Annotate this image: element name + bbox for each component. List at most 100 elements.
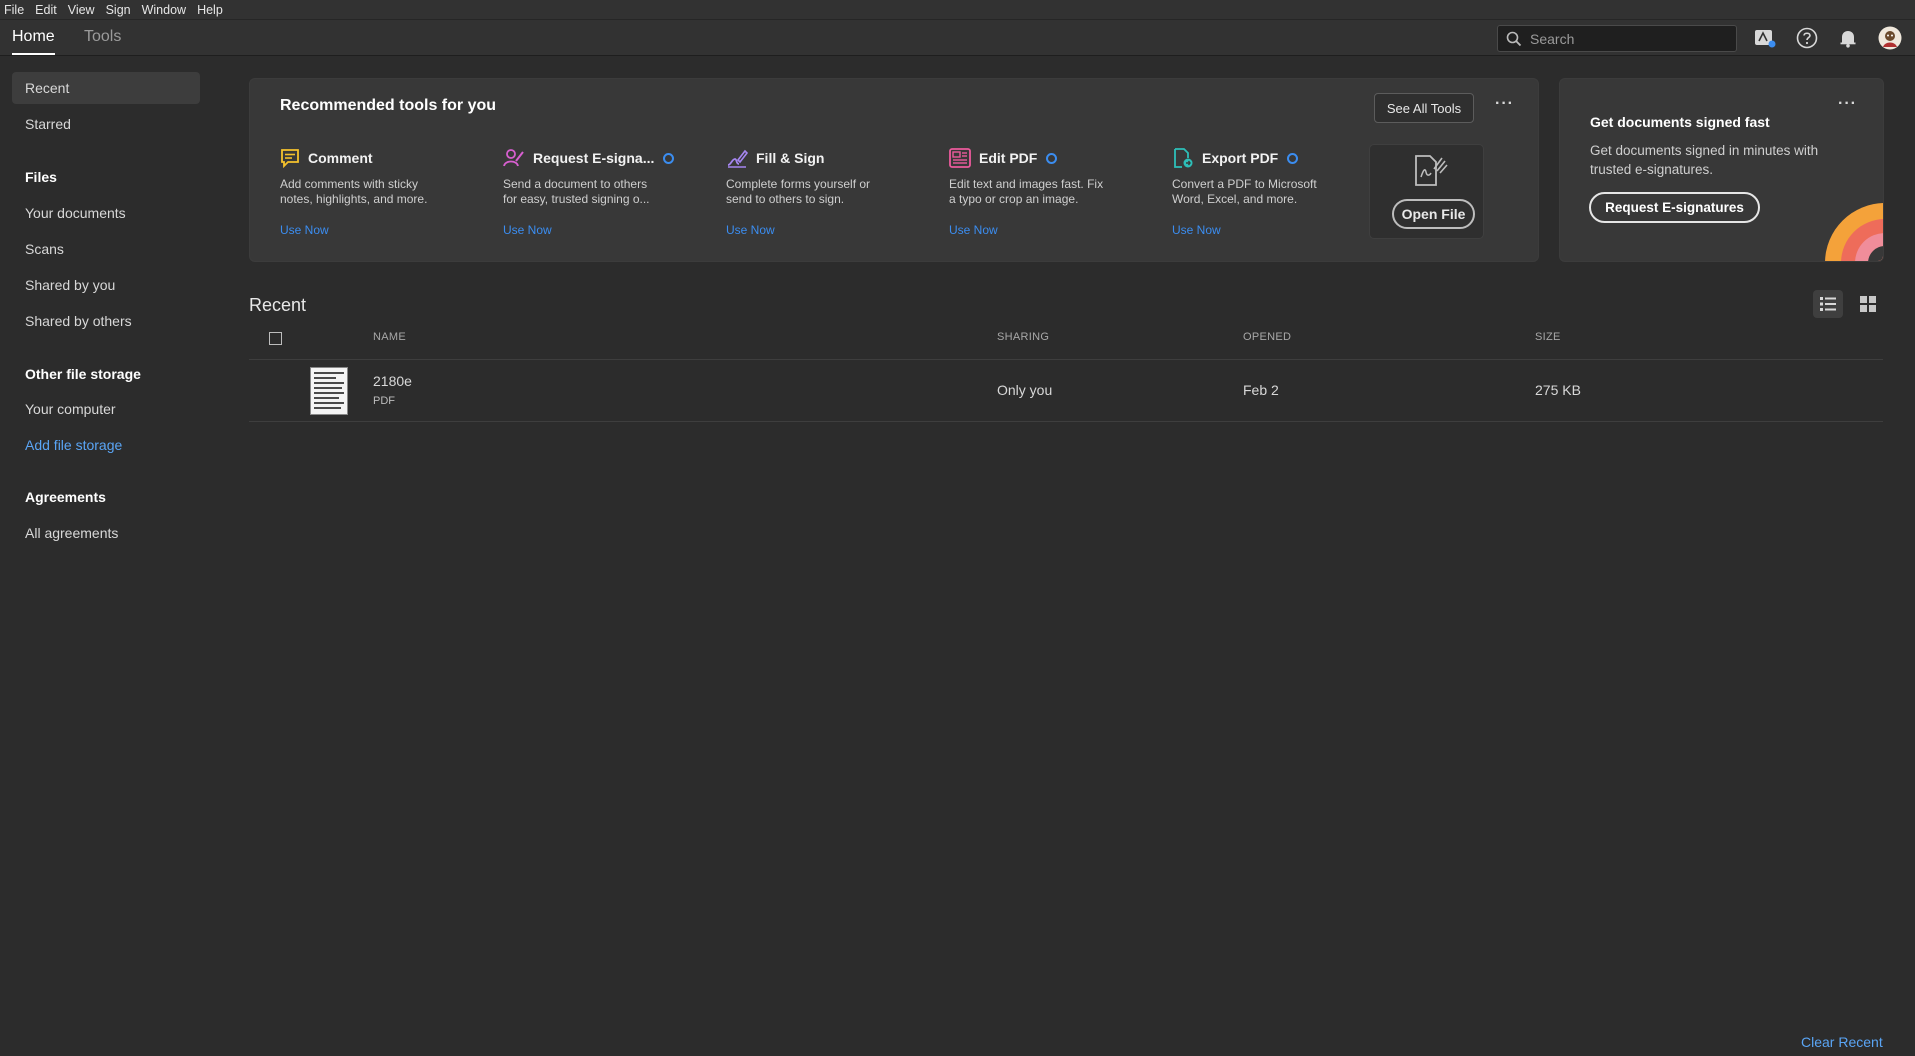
file-type: PDF (373, 395, 395, 407)
sidebar-item-shared-by-you[interactable]: Shared by you (12, 269, 200, 301)
tool-comment-description: Add comments with sticky notes, highligh… (280, 177, 460, 207)
tool-request-esign-desc-line2: for easy, trusted signing o... (503, 192, 650, 206)
list-view-icon (1820, 297, 1836, 311)
tool-export-pdf-desc-line2: Word, Excel, and more. (1172, 192, 1298, 206)
tool-export-pdf-use-now-link[interactable]: Use Now (1172, 223, 1221, 237)
recent-section-title: Recent (249, 295, 307, 315)
file-size: 275 KB (1535, 382, 1581, 398)
tool-fill-sign-name: Fill & Sign (756, 150, 825, 166)
tool-fill-sign-desc-line1: Complete forms yourself or (726, 177, 871, 191)
top-nav: Home Tools (0, 20, 1915, 56)
document-thumbnail[interactable] (310, 367, 348, 415)
sidebar-heading-agreements: Agreements (25, 489, 106, 505)
menu-sign[interactable]: Sign (104, 3, 140, 17)
new-badge-icon (663, 152, 675, 164)
tool-fill-sign-use-now-link[interactable]: Use Now (726, 223, 775, 237)
sign-tool-icon[interactable] (1753, 26, 1777, 50)
select-all-checkbox[interactable] (269, 332, 282, 345)
comment-icon (281, 149, 299, 168)
column-header-opened[interactable]: OPENED (1243, 331, 1291, 343)
tool-export-pdf[interactable]: Export PDF Convert a PDF to Microsoft Wo… (1172, 147, 1352, 237)
recommended-tools-title: Recommended tools for you (280, 97, 497, 114)
column-header-size[interactable]: SIZE (1535, 331, 1561, 343)
column-header-sharing[interactable]: SHARING (997, 331, 1049, 343)
tool-request-esign-name: Request E-signa... (533, 150, 655, 166)
menu-view[interactable]: View (66, 3, 104, 17)
search-input[interactable] (1530, 30, 1720, 47)
sidebar-item-recent[interactable]: Recent (12, 72, 200, 104)
sign-card-title: Get documents signed fast (1590, 114, 1770, 130)
sidebar-heading-other-storage: Other file storage (25, 366, 141, 382)
table-row-divider (249, 421, 1883, 422)
file-name[interactable]: 2180e (373, 373, 412, 389)
fill-sign-icon (727, 149, 748, 168)
new-badge-icon (1287, 152, 1299, 164)
tool-comment-name: Comment (308, 150, 373, 166)
grid-view-icon (1860, 296, 1876, 312)
sidebar-item-shared-by-others[interactable]: Shared by others (12, 305, 200, 337)
help-icon[interactable] (1795, 26, 1819, 50)
search-icon (1506, 31, 1522, 46)
tool-edit-pdf-desc-line1: Edit text and images fast. Fix (949, 177, 1104, 191)
tool-export-pdf-desc-line1: Convert a PDF to Microsoft (1172, 177, 1317, 191)
menu-file[interactable]: File (2, 3, 33, 17)
open-file-icon (1415, 155, 1448, 186)
sidebar-heading-files: Files (25, 169, 57, 185)
sign-card-description: Get documents signed in minutes with tru… (1590, 143, 1819, 177)
column-header-name[interactable]: NAME (373, 331, 406, 343)
tool-edit-pdf-description: Edit text and images fast. Fix a typo or… (949, 177, 1129, 207)
tool-edit-pdf-name: Edit PDF (979, 150, 1038, 166)
list-view-toggle[interactable] (1813, 290, 1843, 318)
tab-tools[interactable]: Tools (84, 28, 121, 46)
clear-recent-link[interactable]: Clear Recent (1801, 1034, 1883, 1050)
request-esignatures-button[interactable]: Request E-signatures (1589, 192, 1760, 223)
menu-edit[interactable]: Edit (33, 3, 66, 17)
export-pdf-icon (1174, 148, 1193, 168)
menu-window[interactable]: Window (140, 3, 195, 17)
notifications-bell-icon[interactable] (1836, 26, 1860, 50)
recommended-more-icon[interactable]: ··· (1495, 95, 1514, 113)
tool-comment-desc-line2: notes, highlights, and more. (280, 192, 428, 206)
menu-help[interactable]: Help (195, 3, 232, 17)
sidebar-item-all-agreements[interactable]: All agreements (12, 517, 200, 549)
new-badge-icon (1046, 152, 1058, 164)
tool-edit-pdf-use-now-link[interactable]: Use Now (949, 223, 998, 237)
search-box[interactable] (1497, 25, 1737, 52)
open-file-panel[interactable]: Open File (1369, 144, 1484, 239)
recommended-tools-card: Recommended tools for you See All Tools … (249, 78, 1539, 262)
tool-comment[interactable]: Comment Add comments with sticky notes, … (280, 147, 460, 237)
sidebar: Recent Starred Files Your documents Scan… (0, 57, 210, 1056)
tool-export-pdf-name: Export PDF (1202, 150, 1279, 166)
tool-fill-sign-desc-line2: send to others to sign. (726, 192, 845, 206)
tool-export-pdf-description: Convert a PDF to Microsoft Word, Excel, … (1172, 177, 1352, 207)
request-esign-icon (503, 149, 524, 167)
file-opened-date: Feb 2 (1243, 382, 1279, 398)
edit-pdf-icon (949, 148, 971, 168)
tool-edit-pdf[interactable]: Edit PDF Edit text and images fast. Fix … (949, 147, 1129, 237)
open-file-button[interactable]: Open File (1392, 199, 1475, 229)
see-all-tools-button[interactable]: See All Tools (1374, 93, 1474, 123)
decorative-arcs-illustration (1825, 203, 1883, 261)
tool-fill-sign-description: Complete forms yourself or send to other… (726, 177, 906, 207)
tool-request-esign-use-now-link[interactable]: Use Now (503, 223, 552, 237)
sidebar-item-your-computer[interactable]: Your computer (12, 393, 200, 425)
sidebar-item-starred[interactable]: Starred (12, 108, 200, 140)
tool-edit-pdf-desc-line2: a typo or crop an image. (949, 192, 1079, 206)
tool-request-esign-description: Send a document to others for easy, trus… (503, 177, 683, 207)
add-file-storage-link[interactable]: Add file storage (12, 429, 200, 461)
sign-card-more-icon[interactable]: ··· (1838, 95, 1857, 113)
tool-request-esignatures[interactable]: Request E-signa... Send a document to ot… (503, 147, 683, 237)
sidebar-item-your-documents[interactable]: Your documents (12, 197, 200, 229)
tool-comment-use-now-link[interactable]: Use Now (280, 223, 329, 237)
menu-bar: File Edit View Sign Window Help (0, 0, 1915, 20)
avatar[interactable] (1878, 26, 1902, 50)
tool-comment-desc-line1: Add comments with sticky (280, 177, 419, 191)
tab-home[interactable]: Home (12, 28, 55, 55)
tool-fill-sign[interactable]: Fill & Sign Complete forms yourself or s… (726, 147, 906, 237)
file-sharing: Only you (997, 382, 1053, 398)
table-row[interactable] (249, 360, 1883, 421)
grid-view-toggle[interactable] (1853, 290, 1883, 318)
sidebar-item-scans[interactable]: Scans (12, 233, 200, 265)
get-documents-signed-card: Get documents signed fast ··· Get docume… (1559, 78, 1884, 262)
tool-request-esign-desc-line1: Send a document to others (503, 177, 648, 191)
